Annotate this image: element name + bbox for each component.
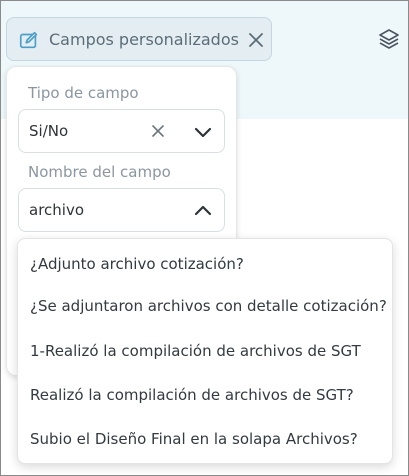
option-item[interactable]: ¿Se adjuntaron archivos con detalle coti… xyxy=(30,297,387,315)
field-name-value: archivo xyxy=(29,201,85,219)
option-item[interactable]: Subio el Diseño Final en la solapa Archi… xyxy=(30,430,358,448)
field-name-dropdown: ¿Adjunto archivo cotización? ¿Se adjunta… xyxy=(17,238,393,464)
chevron-up-icon[interactable] xyxy=(193,201,213,221)
field-type-label: Tipo de campo xyxy=(28,84,139,102)
close-icon[interactable] xyxy=(247,31,265,49)
field-name-label: Nombre del campo xyxy=(28,163,171,181)
field-type-value: Si/No xyxy=(29,122,69,140)
edit-field-icon xyxy=(19,31,38,49)
chevron-down-icon[interactable] xyxy=(193,122,213,142)
chip-label: Campos personalizados xyxy=(49,30,239,49)
option-item[interactable]: Realizó la compilación de archivos de SG… xyxy=(30,386,354,404)
field-name-input[interactable]: archivo xyxy=(18,188,225,232)
option-item[interactable]: ¿Adjunto archivo cotización? xyxy=(30,255,244,273)
option-item[interactable]: 1-Realizó la compilación de archivos de … xyxy=(30,342,361,360)
custom-fields-chip[interactable]: Campos personalizados xyxy=(6,17,272,61)
field-type-select[interactable]: Si/No xyxy=(18,109,225,153)
layers-icon[interactable] xyxy=(377,27,401,51)
clear-icon[interactable] xyxy=(150,123,166,139)
